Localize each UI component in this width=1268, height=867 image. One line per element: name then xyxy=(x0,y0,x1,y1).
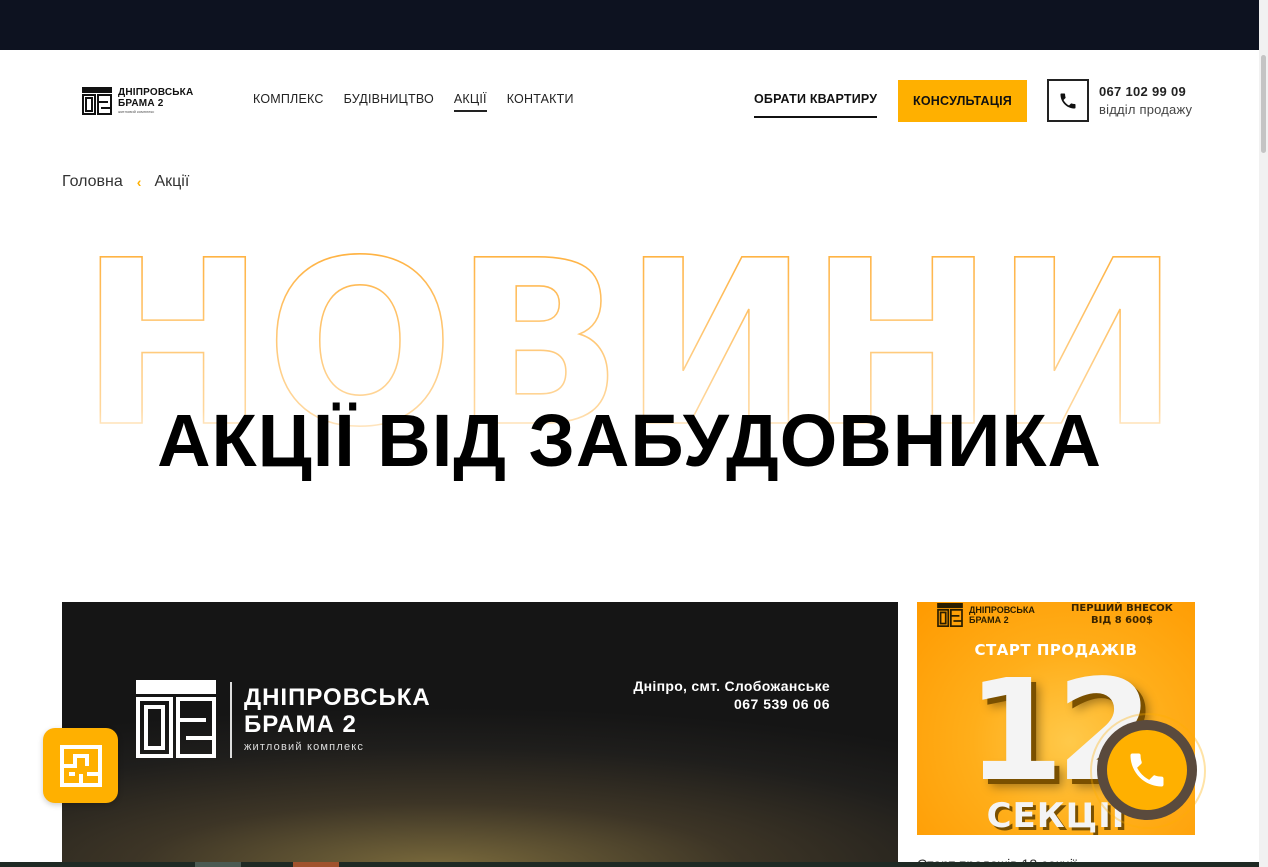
nav-item-complex[interactable]: КОМПЛЕКС xyxy=(253,92,324,112)
side-first-payment: ПЕРШИЙ ВНЕСОК ВІД 8 600$ xyxy=(1071,603,1173,627)
scrollbar[interactable] xyxy=(1259,0,1268,867)
breadcrumb: Головна ‹ Акції xyxy=(62,173,189,191)
floor-plan-button[interactable] xyxy=(43,728,118,803)
banner-subtitle: житловий комплекс xyxy=(244,741,365,753)
banner-city: Дніпро, смт. Слобожанське xyxy=(633,678,830,694)
floor-plan-icon xyxy=(59,744,102,787)
breadcrumb-separator-icon: ‹ xyxy=(136,174,142,190)
side-logo-line1: ДНІПРОВСЬКА xyxy=(969,605,1035,615)
nav-item-contacts[interactable]: КОНТАКТИ xyxy=(507,92,574,112)
logo[interactable]: ДНІПРОВСЬКА БРАМА 2 житловий комплекс xyxy=(82,86,194,116)
side-logo-line2: БРАМА 2 xyxy=(969,615,1009,625)
call-back-button-inner[interactable] xyxy=(1107,730,1187,810)
logo-text: ДНІПРОВСЬКА БРАМА 2 житловий комплекс xyxy=(118,87,194,115)
nav-item-construction[interactable]: БУДІВНИЦТВО xyxy=(344,92,434,112)
phone-button[interactable] xyxy=(1047,79,1089,122)
banner-logo-icon xyxy=(136,680,216,758)
logo-tagline: житловий комплекс xyxy=(118,109,155,114)
logo-name-line1: ДНІПРОВСЬКА xyxy=(118,87,194,98)
banner-name-line1: ДНІПРОВСЬКА xyxy=(244,684,431,711)
site-header: ДНІПРОВСЬКА БРАМА 2 житловий комплекс КО… xyxy=(0,50,1259,150)
choose-apartment-link[interactable]: ОБРАТИ КВАРТИРУ xyxy=(754,92,878,118)
call-back-button[interactable] xyxy=(1097,720,1197,820)
logo-icon xyxy=(82,87,112,115)
breadcrumb-current: Акції xyxy=(154,173,190,190)
side-logo-icon xyxy=(937,603,963,627)
svg-text:НОВИНИ: НОВИНИ xyxy=(80,218,1180,428)
banner-phone: 067 539 06 06 xyxy=(733,696,830,712)
hero-background-word: НОВИНИ xyxy=(79,218,1181,428)
call-icon xyxy=(1130,753,1164,787)
banner-name-line2: БРАМА 2 xyxy=(244,711,357,738)
side-first-line1: ПЕРШИЙ ВНЕСОК xyxy=(1071,603,1173,614)
main-nav: КОМПЛЕКС БУДІВНИЦТВО АКЦІЇ КОНТАКТИ xyxy=(253,92,574,112)
logo-name-line2: БРАМА 2 xyxy=(118,98,164,109)
side-first-line2: ВІД 8 600$ xyxy=(1091,615,1154,626)
side-banner-logo: ДНІПРОВСЬКА БРАМА 2 xyxy=(937,603,1035,627)
consultation-button[interactable]: КОНСУЛЬТАЦІЯ xyxy=(898,80,1027,122)
nav-item-promotions[interactable]: АКЦІЇ xyxy=(453,92,487,112)
bottom-strip-segment-1 xyxy=(195,862,241,867)
breadcrumb-home[interactable]: Головна xyxy=(62,173,123,191)
sales-phone-number[interactable]: 067 102 99 09 xyxy=(1099,84,1186,99)
bottom-strip xyxy=(0,862,1259,867)
banner-divider xyxy=(230,682,232,758)
bottom-strip-segment-2 xyxy=(293,862,339,867)
promo-banner-main[interactable]: ДНІПРОВСЬКА БРАМА 2 житловий комплекс Дн… xyxy=(62,602,898,867)
phone-icon xyxy=(1060,93,1076,108)
scrollbar-thumb[interactable] xyxy=(1261,55,1266,153)
sales-phone-caption: відділ продажу xyxy=(1099,102,1193,117)
side-logo-text: ДНІПРОВСЬКА БРАМА 2 xyxy=(969,605,1035,625)
page-title: АКЦІЇ ВІД ЗАБУДОВНИКА xyxy=(157,399,1102,482)
top-bar xyxy=(0,0,1259,50)
